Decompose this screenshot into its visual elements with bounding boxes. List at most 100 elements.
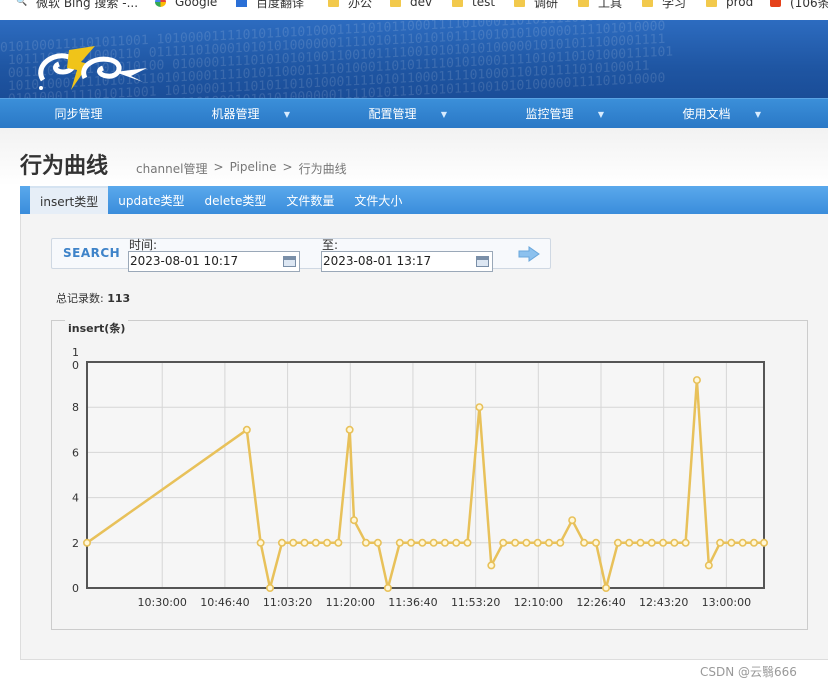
triangle-down-icon: ▼ bbox=[754, 110, 761, 119]
data-point bbox=[625, 538, 634, 547]
tab-file-count[interactable]: 文件数量 bbox=[276, 186, 344, 214]
y-tick-label: 4 bbox=[72, 492, 79, 505]
bookmark-item[interactable]: 🔍 微软 Bing 搜索 -... bbox=[16, 0, 138, 10]
x-tick-label: 12:26:40 bbox=[576, 596, 625, 609]
bookmark-item[interactable]: 办公 bbox=[328, 0, 373, 10]
tab-insert[interactable]: insert类型 bbox=[30, 186, 109, 214]
data-point bbox=[334, 538, 343, 547]
folder-icon bbox=[390, 0, 401, 7]
bookmark-label: 百度翻译 bbox=[256, 0, 305, 10]
csdn-icon bbox=[770, 0, 781, 7]
bookmark-label: prod bbox=[726, 0, 754, 9]
x-tick-label: 11:20:00 bbox=[326, 596, 375, 609]
data-point bbox=[602, 583, 611, 592]
data-point bbox=[613, 538, 622, 547]
bookmark-label: test bbox=[472, 0, 496, 9]
nav-item-label: 监控管理 bbox=[525, 107, 574, 121]
start-time-value: 2023-08-01 10:17 bbox=[130, 254, 239, 268]
data-point bbox=[256, 538, 265, 547]
data-point bbox=[440, 538, 449, 547]
nav-item-label: 配置管理 bbox=[368, 107, 417, 121]
end-time-input[interactable]: 2023-08-01 13:17 bbox=[321, 251, 493, 272]
bookmark-label: 调研 bbox=[534, 0, 559, 10]
google-icon bbox=[155, 0, 166, 7]
data-point bbox=[636, 538, 645, 547]
tab-bar: insert类型 update类型 delete类型 文件数量 文件大小 bbox=[20, 186, 828, 214]
breadcrumb-separator: > bbox=[213, 160, 224, 174]
bookmark-label: (106条 bbox=[790, 0, 828, 10]
bookmark-label: 办公 bbox=[348, 0, 373, 10]
main-nav: 同步管理 机器管理 ▼ 配置管理 ▼ 监控管理 ▼ 使用文档 ▼ bbox=[0, 98, 828, 128]
nav-item-docs[interactable]: 使用文档 ▼ bbox=[628, 99, 785, 128]
calendar-icon[interactable] bbox=[283, 256, 296, 267]
x-tick-label: 10:46:40 bbox=[200, 596, 249, 609]
data-point bbox=[592, 538, 601, 547]
data-point bbox=[716, 538, 725, 547]
tab-file-size[interactable]: 文件大小 bbox=[344, 186, 412, 214]
breadcrumb-channel[interactable]: channel管理 bbox=[136, 160, 208, 177]
data-point bbox=[242, 425, 251, 434]
calendar-icon[interactable] bbox=[476, 256, 489, 267]
bookmark-item[interactable]: prod bbox=[706, 0, 754, 9]
plot-area bbox=[87, 362, 764, 588]
data-point bbox=[383, 583, 392, 592]
x-tick-label: 13:00:00 bbox=[702, 596, 751, 609]
nav-item-monitor[interactable]: 监控管理 ▼ bbox=[471, 99, 628, 128]
folder-icon bbox=[328, 0, 339, 7]
data-point bbox=[670, 538, 679, 547]
total-count-label: 总记录数: bbox=[56, 292, 104, 305]
translate-icon bbox=[236, 0, 247, 7]
x-tick-label: 11:53:20 bbox=[451, 596, 500, 609]
bookmark-item[interactable]: 百度翻译 bbox=[236, 0, 305, 10]
data-point bbox=[499, 538, 508, 547]
title-area bbox=[0, 128, 828, 186]
data-point bbox=[323, 538, 332, 547]
x-tick-label: 11:36:40 bbox=[388, 596, 437, 609]
bookmark-label: dev bbox=[410, 0, 433, 9]
bookmark-item[interactable]: 工具 bbox=[578, 0, 622, 10]
folder-icon bbox=[578, 0, 589, 7]
breadcrumb-separator: > bbox=[282, 160, 293, 174]
data-point bbox=[522, 538, 531, 547]
tab-delete[interactable]: delete类型 bbox=[195, 186, 277, 214]
bookmark-item[interactable]: (106条 bbox=[770, 0, 828, 10]
data-point bbox=[452, 538, 461, 547]
data-point bbox=[727, 538, 736, 547]
bookmarks-bar: 🔍 微软 Bing 搜索 -... Google 百度翻译 办公 dev test 调研 工具 学… bbox=[0, 0, 828, 20]
header-banner: 0101000111101011001 10100001111010110101… bbox=[0, 20, 828, 98]
nav-item-machine[interactable]: 机器管理 ▼ bbox=[157, 99, 314, 128]
data-point bbox=[681, 538, 690, 547]
nav-item-label: 机器管理 bbox=[211, 107, 260, 121]
nav-item-label: 使用文档 bbox=[682, 107, 731, 121]
nav-item-config[interactable]: 配置管理 ▼ bbox=[314, 99, 471, 128]
data-point bbox=[759, 538, 768, 547]
data-point bbox=[556, 538, 565, 547]
data-point bbox=[533, 538, 542, 547]
bookmark-item[interactable]: dev bbox=[390, 0, 433, 9]
folder-icon bbox=[452, 0, 463, 7]
folder-icon bbox=[642, 0, 653, 7]
breadcrumb-current: 行为曲线 bbox=[298, 162, 347, 176]
bookmark-item[interactable]: 学习 bbox=[642, 0, 686, 10]
y-tick-label: 8 bbox=[72, 401, 79, 414]
data-point bbox=[345, 425, 354, 434]
nav-item-sync[interactable]: 同步管理 bbox=[0, 99, 157, 128]
y-tick-label: 6 bbox=[72, 446, 79, 459]
app-logo bbox=[38, 46, 147, 90]
data-point bbox=[511, 538, 520, 547]
bookmark-item[interactable]: test bbox=[452, 0, 496, 9]
x-tick-label: 12:10:00 bbox=[514, 596, 563, 609]
arrow-right-icon bbox=[518, 245, 540, 262]
bookmark-item[interactable]: 调研 bbox=[514, 0, 559, 10]
total-count: 总记录数: 113 bbox=[56, 290, 130, 306]
data-point bbox=[659, 538, 668, 547]
data-point bbox=[647, 538, 656, 547]
breadcrumb-pipeline[interactable]: Pipeline bbox=[230, 160, 277, 177]
data-point bbox=[475, 403, 484, 412]
tab-update[interactable]: update类型 bbox=[108, 186, 194, 214]
breadcrumb: channel管理 > Pipeline > 行为曲线 bbox=[136, 160, 347, 177]
bookmark-item[interactable]: Google bbox=[155, 0, 217, 9]
data-point bbox=[429, 538, 438, 547]
search-go-button[interactable] bbox=[508, 240, 550, 267]
start-time-input[interactable]: 2023-08-01 10:17 bbox=[128, 251, 300, 272]
